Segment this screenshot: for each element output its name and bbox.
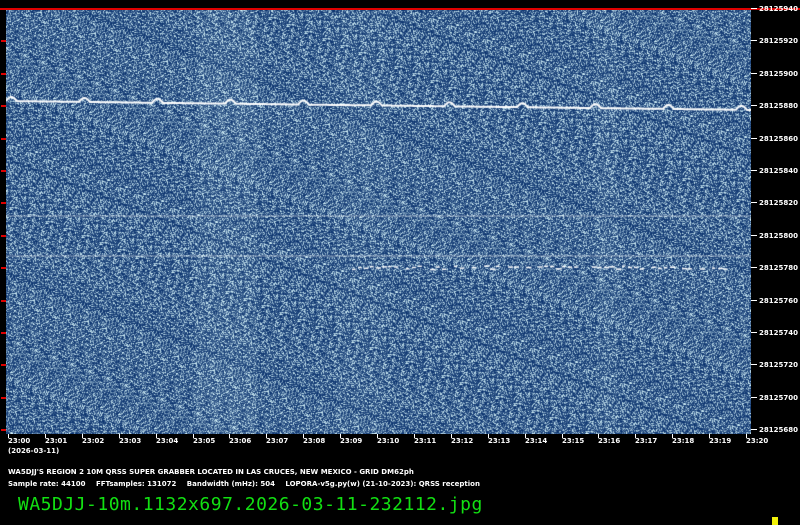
- x-tick-label: 23:08: [303, 437, 326, 445]
- y-tick-left: [1, 138, 6, 140]
- y-tick-left: [1, 105, 6, 107]
- x-tick-label: 23:10: [377, 437, 400, 445]
- station-description: WA5DJJ'S REGION 2 10M QRSS SUPER GRABBER…: [8, 468, 414, 476]
- x-tick-label: 23:06: [229, 437, 252, 445]
- y-tick: [751, 267, 757, 268]
- x-tick-label: 23:12: [451, 437, 474, 445]
- y-tick-label: 28125920: [759, 37, 798, 45]
- y-tick-label: 28125800: [759, 232, 798, 240]
- y-tick-label: 28125860: [759, 135, 798, 143]
- y-tick: [751, 170, 757, 171]
- y-tick: [751, 202, 757, 203]
- y-tick-label: 28125720: [759, 361, 798, 369]
- x-tick-label: 23:00: [8, 437, 31, 445]
- x-tick-label: 23:04: [156, 437, 179, 445]
- y-tick-left: [1, 364, 6, 366]
- y-tick: [751, 364, 757, 365]
- y-tick: [751, 8, 757, 9]
- reception-parameters: Sample rate: 44100 FFTsamples: 131072 Ba…: [8, 480, 488, 488]
- y-tick-left: [1, 332, 6, 334]
- y-tick-left: [1, 40, 6, 42]
- y-tick-label: 28125820: [759, 199, 798, 207]
- y-tick-left: [1, 397, 6, 399]
- x-tick-label: 23:17: [635, 437, 658, 445]
- top-border: [0, 8, 800, 10]
- y-tick-left: [1, 267, 6, 269]
- waterfall-spectrogram: [6, 8, 751, 434]
- y-tick-left: [1, 8, 6, 10]
- y-tick-label: 28125940: [759, 5, 798, 13]
- x-tick-label: 23:15: [562, 437, 585, 445]
- x-tick-label: 23:03: [119, 437, 142, 445]
- date-label: (2026-03-11): [8, 447, 60, 455]
- x-tick-label: 23:13: [488, 437, 511, 445]
- y-tick: [751, 138, 757, 139]
- y-tick: [751, 429, 757, 430]
- sample-rate: Sample rate: 44100: [8, 480, 86, 488]
- software-version: LOPORA-v5g.py(w) (21-10-2023): QRSS rece…: [285, 480, 480, 488]
- grabber-image: (2026-03-11) WA5DJJ'S REGION 2 10M QRSS …: [0, 0, 800, 525]
- x-tick-label: 23:19: [709, 437, 732, 445]
- x-tick-label: 23:18: [672, 437, 695, 445]
- y-tick-left: [1, 429, 6, 431]
- x-tick-label: 23:05: [193, 437, 216, 445]
- x-tick-label: 23:07: [266, 437, 289, 445]
- waterfall-canvas: [6, 8, 751, 434]
- y-tick-label: 28125840: [759, 167, 798, 175]
- y-tick-left: [1, 300, 6, 302]
- y-tick-label: 28125900: [759, 70, 798, 78]
- y-tick-left: [1, 235, 6, 237]
- y-tick: [751, 332, 757, 333]
- y-tick-label: 28125680: [759, 426, 798, 434]
- fft-samples: FFTsamples: 131072: [95, 480, 177, 488]
- y-tick: [751, 105, 757, 106]
- x-tick-label: 23:20: [746, 437, 769, 445]
- bandwidth: Bandwidth (mHz): 504: [186, 480, 275, 488]
- y-tick: [751, 397, 757, 398]
- x-tick-label: 23:02: [82, 437, 105, 445]
- x-tick-label: 23:14: [525, 437, 548, 445]
- x-tick-label: 23:11: [414, 437, 437, 445]
- x-tick-label: 23:09: [340, 437, 363, 445]
- y-tick-label: 28125760: [759, 297, 798, 305]
- image-filename: WA5DJJ-10m.1132x697.2026-03-11-232112.jp…: [18, 494, 483, 515]
- y-tick-label: 28125880: [759, 102, 798, 110]
- y-tick: [751, 40, 757, 41]
- x-tick-label: 23:01: [45, 437, 68, 445]
- y-tick: [751, 300, 757, 301]
- y-tick-left: [1, 73, 6, 75]
- y-tick: [751, 73, 757, 74]
- y-tick-left: [1, 202, 6, 204]
- y-tick: [751, 235, 757, 236]
- y-tick-label: 28125780: [759, 264, 798, 272]
- x-tick-label: 23:16: [598, 437, 621, 445]
- corner-marker: [772, 517, 778, 525]
- y-tick-label: 28125700: [759, 394, 798, 402]
- y-tick-label: 28125740: [759, 329, 798, 337]
- y-tick-left: [1, 170, 6, 172]
